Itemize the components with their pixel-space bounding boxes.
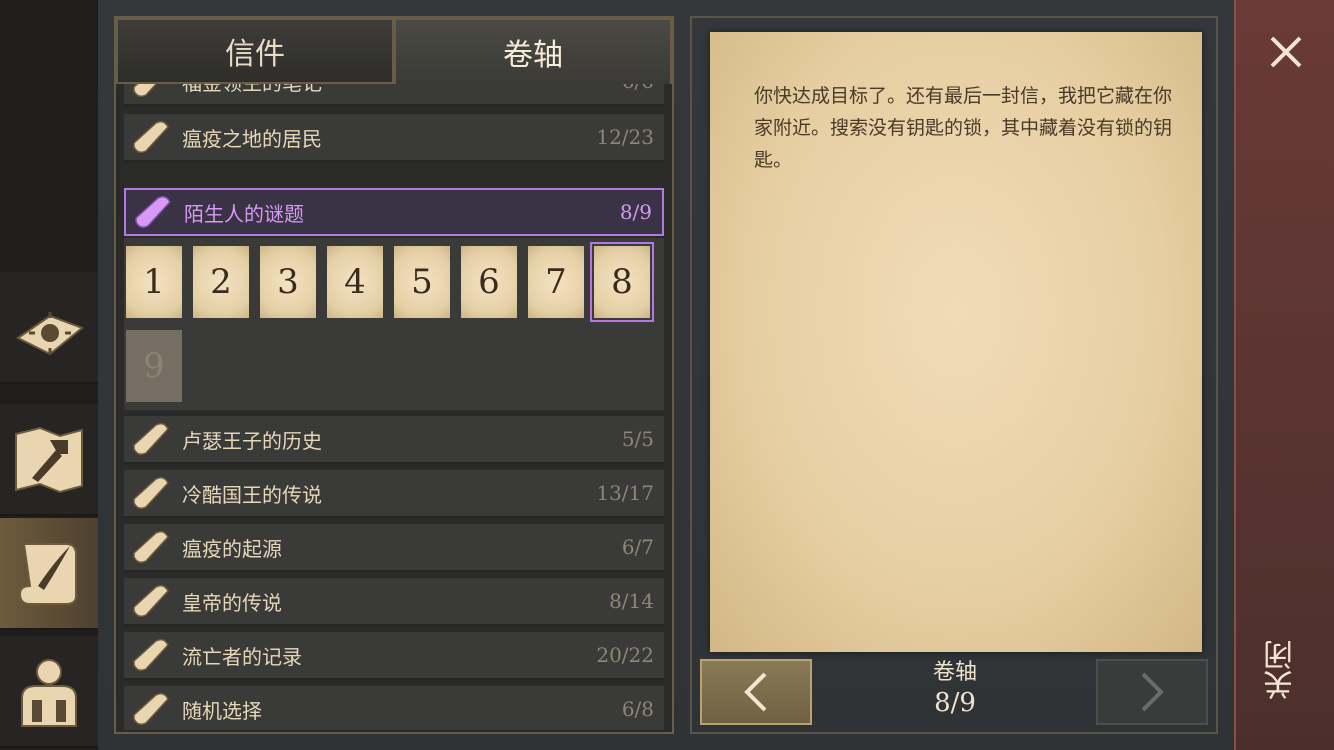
close-icon: [1270, 36, 1302, 68]
scroll-icon: [133, 422, 169, 456]
list-item[interactable]: 冷酷国王的传说 13/17: [124, 470, 664, 518]
item-name: 流亡者的记录: [182, 644, 302, 669]
item-count: 8/9: [619, 200, 652, 224]
list-item[interactable]: 皇帝的传说 8/14: [124, 578, 664, 626]
rail-button-journal[interactable]: [0, 272, 98, 384]
item-name: 福金领主的笔记: [182, 84, 622, 96]
list-item[interactable]: 瘟疫的起源 6/7: [124, 524, 664, 572]
list-item[interactable]: 随机选择 6/8: [124, 686, 664, 730]
page-tile[interactable]: 4: [327, 246, 383, 318]
page-tile[interactable]: 3: [260, 246, 316, 318]
scroll-icon: [135, 195, 171, 229]
scroll-list: 福金领主的笔记 6/6 瘟疫之地的居民 12/23 陌生人的谜题 8/9 1 2: [124, 84, 666, 730]
chevron-right-icon: [1141, 672, 1164, 712]
close-label: 关闭: [1264, 640, 1299, 700]
scroll-icon: [133, 584, 169, 618]
item-count: 6/8: [621, 697, 654, 721]
page-tile[interactable]: 5: [394, 246, 450, 318]
next-page-button[interactable]: [1096, 659, 1208, 725]
item-count: 5/5: [621, 427, 654, 451]
letter-text: 你快达成目标了。还有最后一封信，我把它藏在你家附近。搜索没有钥匙的锁，其中藏着没…: [754, 85, 1173, 171]
chevron-left-icon: [744, 672, 767, 712]
collection-list-panel: 信件 卷轴 福金领主的笔记 6/6 瘟疫之地的居民 12/23: [114, 16, 674, 734]
item-count: 8/14: [609, 589, 654, 613]
page-indicator-title: 卷轴: [932, 660, 977, 685]
page-tile-locked: 9: [126, 330, 182, 402]
main-panel: 信件 卷轴 福金领主的笔记 6/6 瘟疫之地的居民 12/23: [98, 0, 1234, 750]
scroll-icon: [133, 120, 169, 154]
tab-bar: 信件 卷轴: [116, 18, 672, 84]
page-indicator: 卷轴 8/9: [882, 658, 1028, 718]
page-tile[interactable]: 7: [528, 246, 584, 318]
item-count: 6/6: [622, 84, 654, 93]
list-item[interactable]: 流亡者的记录 20/22: [124, 632, 664, 680]
list-item[interactable]: 福金领主的笔记 6/6: [124, 84, 664, 106]
prev-page-button[interactable]: [700, 659, 812, 725]
rail-button-map[interactable]: [0, 404, 98, 516]
page-tile[interactable]: 2: [193, 246, 249, 318]
item-name: 陌生人的谜题: [184, 201, 304, 226]
item-name: 瘟疫之地的居民: [182, 126, 322, 151]
tab-letters[interactable]: 信件: [116, 18, 394, 84]
map-hammer-icon: [15, 426, 83, 494]
item-name: 冷酷国王的传说: [182, 482, 322, 507]
item-count: 20/22: [596, 643, 654, 667]
item-name: 瘟疫的起源: [182, 536, 282, 561]
page-grid: 1 2 3 4 5 6 7 8 9: [124, 238, 664, 410]
list-item[interactable]: 瘟疫之地的居民 12/23: [124, 114, 664, 162]
tab-scrolls[interactable]: 卷轴: [394, 18, 672, 84]
item-count: 13/17: [596, 481, 654, 505]
scroll-icon: [133, 638, 169, 672]
close-button[interactable]: 关闭: [1234, 0, 1334, 750]
item-name: 卢瑟王子的历史: [182, 428, 322, 453]
item-name: 随机选择: [182, 698, 262, 723]
list-item-selected[interactable]: 陌生人的谜题 8/9: [124, 188, 664, 236]
scroll-icon: [133, 476, 169, 510]
sun-book-icon: [16, 312, 84, 356]
category-rail: [0, 0, 98, 750]
scroll-icon: [133, 692, 169, 726]
item-count: 12/23: [596, 125, 654, 149]
list-item[interactable]: 卢瑟王子的历史 5/5: [124, 416, 664, 464]
letter-panel: 你快达成目标了。还有最后一封信，我把它藏在你家附近。搜索没有钥匙的锁，其中藏着没…: [690, 16, 1218, 734]
item-name: 皇帝的传说: [182, 590, 282, 615]
parchment: 你快达成目标了。还有最后一封信，我把它藏在你家附近。搜索没有钥匙的锁，其中藏着没…: [710, 32, 1202, 652]
rail-button-hero[interactable]: [0, 636, 98, 748]
page-tile[interactable]: 6: [461, 246, 517, 318]
rail-button-letters[interactable]: [0, 518, 98, 630]
page-tile[interactable]: 1: [126, 246, 182, 318]
hero-backpack-icon: [21, 659, 77, 727]
scroll-icon: [133, 530, 169, 564]
item-count: 6/7: [621, 535, 654, 559]
scroll-quill-icon: [18, 543, 77, 605]
scroll-icon: [133, 84, 158, 98]
page-tile-selected[interactable]: 8: [590, 242, 654, 322]
page-indicator-position: 8/9: [934, 688, 976, 718]
